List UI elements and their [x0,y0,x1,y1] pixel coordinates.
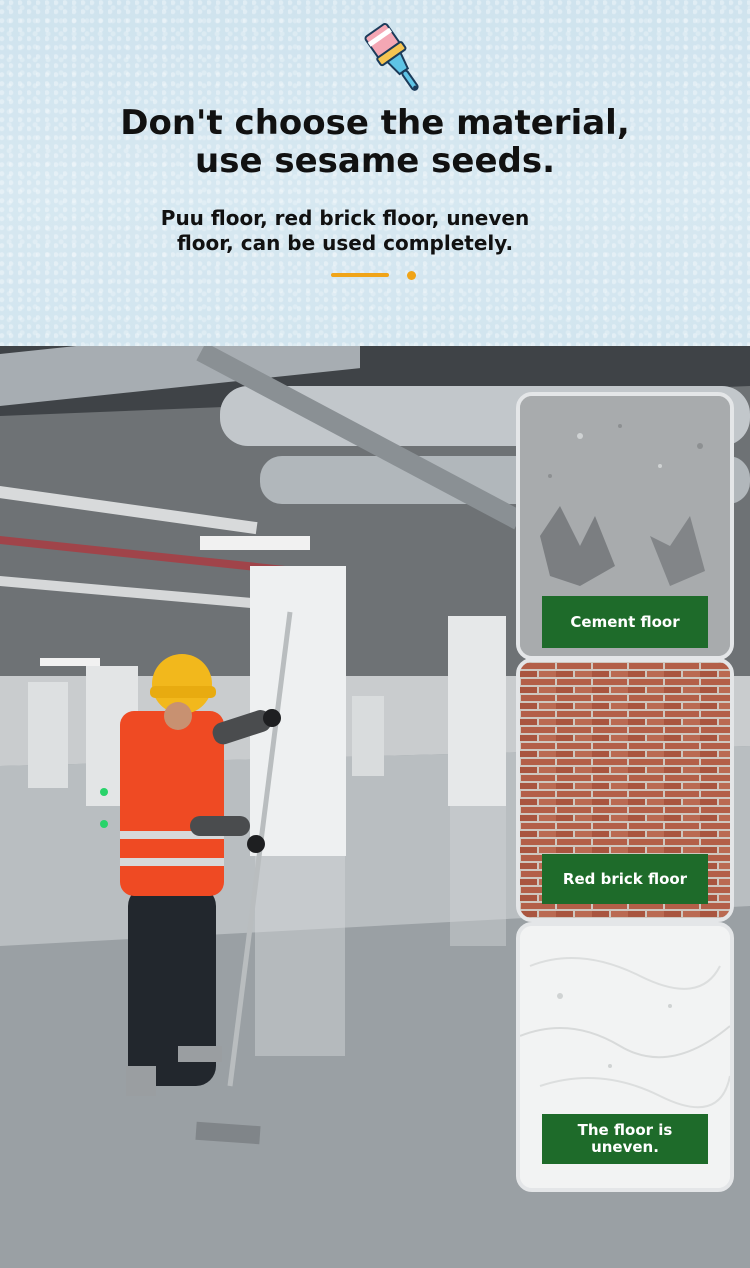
title-line-1: Don't choose the material, [120,103,630,143]
page-title: Don't choose the material, use sesame se… [0,104,750,180]
red-brick-floor-label: Red brick floor [542,854,708,904]
cement-floor-swatch: Cement floor [516,392,734,660]
paint-brush-icon [364,23,419,91]
page-subtitle: Puu floor, red brick floor, uneven floor… [160,206,530,255]
cement-floor-label: Cement floor [542,596,708,648]
red-brick-floor-swatch: Red brick floor [516,658,734,922]
accent-dot [407,271,416,280]
title-line-2: use sesame seeds. [195,141,555,181]
uneven-floor-swatch: The floor is uneven. [516,922,734,1192]
uneven-floor-label: The floor is uneven. [542,1114,708,1164]
accent-dash [331,273,389,277]
header-banner: Don't choose the material, use sesame se… [0,0,750,346]
